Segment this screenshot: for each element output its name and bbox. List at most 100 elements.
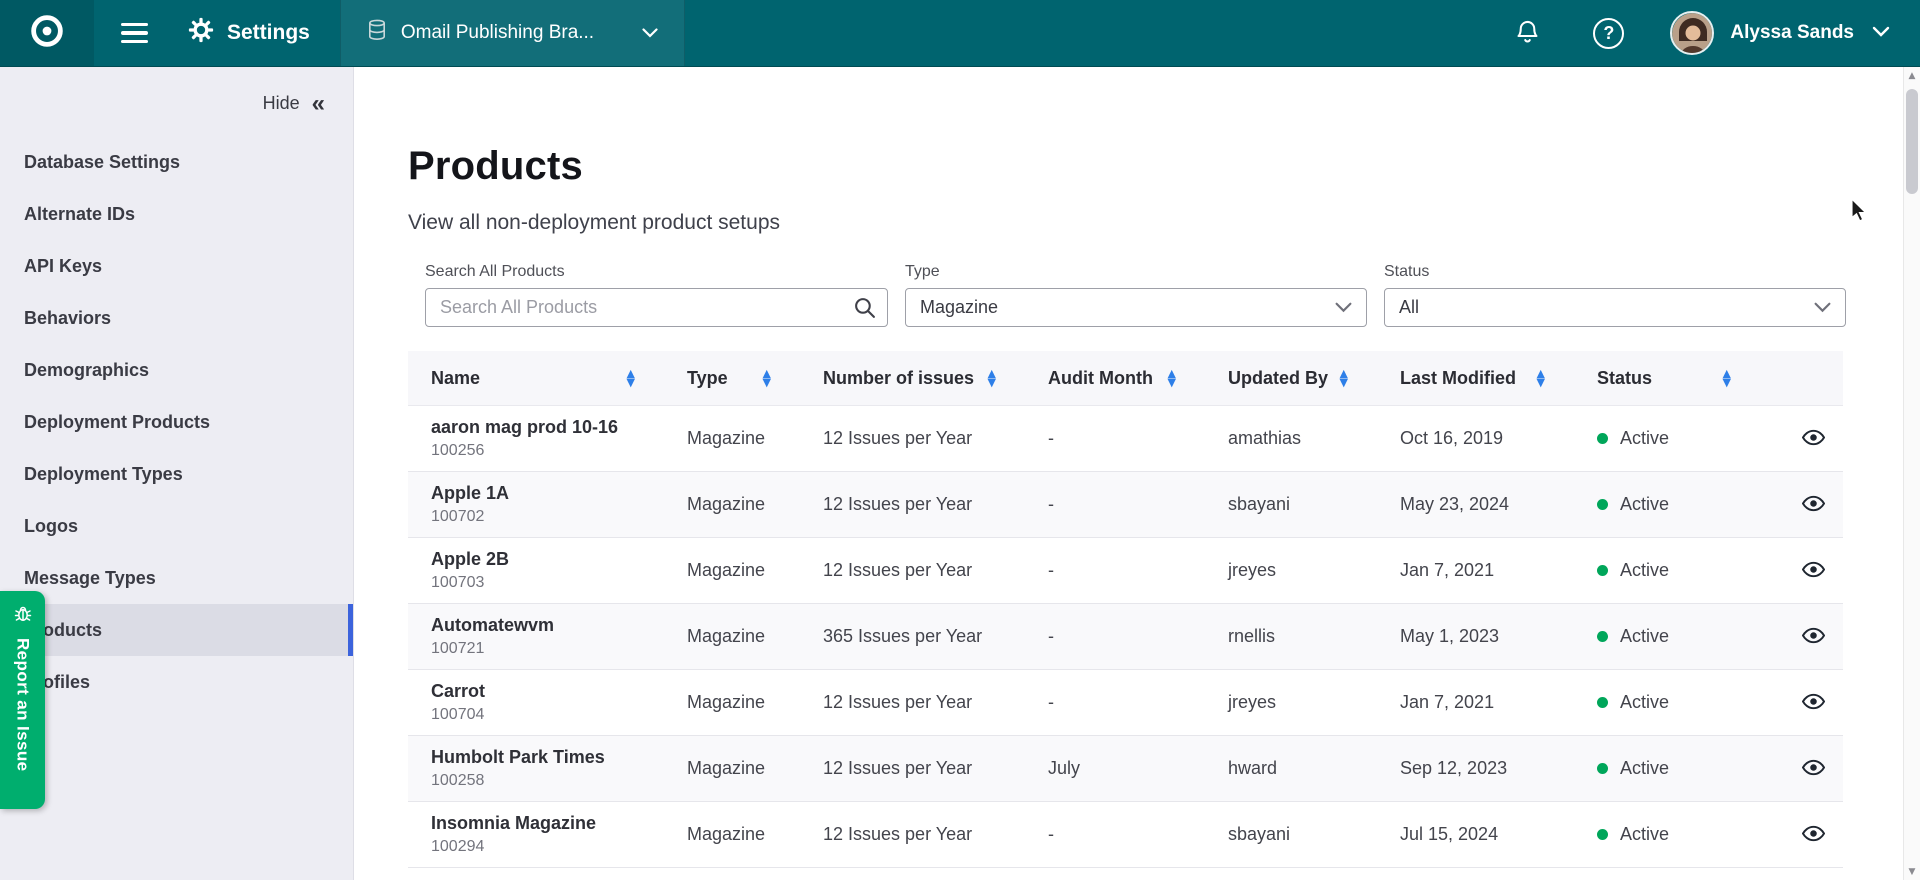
view-product-button[interactable] [1802,825,1825,845]
database-selector[interactable]: Omail Publishing Bra... [340,0,685,66]
user-menu-chevron-icon[interactable] [1872,24,1890,42]
cell-type: Magazine [687,758,823,779]
sidebar-item[interactable]: Logos [0,500,353,552]
cell-status: Active [1597,494,1783,515]
sidebar-item[interactable]: Database Settings [0,136,353,188]
search-label: Search All Products [425,263,888,281]
product-name[interactable]: Humbolt Park Times [431,747,687,768]
product-name[interactable]: aaron mag prod 10-16 [431,417,687,438]
sidebar-item[interactable]: Demographics [0,344,353,396]
scrollbar-thumb[interactable] [1906,89,1918,194]
sort-icon[interactable]: ▲ ▼ [988,369,996,387]
help-button[interactable]: ? [1593,18,1670,49]
sidebar-item[interactable]: Profiles [0,656,353,708]
sidebar-nav: Database Settings Alternate IDs API Keys… [0,136,353,708]
status-select-value: All [1399,297,1419,318]
report-issue-label: Report an Issue [13,638,33,772]
view-product-button[interactable] [1802,759,1825,779]
sidebar-item[interactable]: Deployment Products [0,396,353,448]
cell-audit-month: - [1048,692,1228,713]
table-row[interactable]: Automatewvm 100721 Magazine 365 Issues p… [408,604,1843,670]
product-name[interactable]: Apple 1A [431,483,687,504]
cell-updated-by: sbayani [1228,494,1400,515]
column-header[interactable]: Audit Month ▲ ▼ [1048,368,1228,389]
cell-audit-month: - [1048,428,1228,449]
type-select[interactable]: Magazine [905,288,1367,327]
sort-icon[interactable]: ▲ ▼ [1537,369,1545,387]
view-product-button[interactable] [1802,627,1825,647]
column-label: Type [687,368,728,389]
filters-row: Search All Products Type Magazine Status [425,263,1903,327]
cell-updated-by: jreyes [1228,692,1400,713]
table-header: Name ▲ ▼ Type ▲ ▼ Number of issues [408,351,1843,406]
view-product-button[interactable] [1802,693,1825,713]
view-product-button[interactable] [1802,561,1825,581]
table-row[interactable]: aaron mag prod 10-16 100256 Magazine 12 … [408,406,1843,472]
sidebar-item-label: Behaviors [24,308,111,329]
app-logo[interactable] [0,0,94,66]
hide-sidebar-button[interactable]: Hide « [0,67,353,114]
report-issue-tab[interactable]: Report an Issue [0,591,45,809]
column-label: Number of issues [823,368,974,389]
cell-status: Active [1597,692,1783,713]
cell-updated-by: jreyes [1228,560,1400,581]
column-label: Name [431,368,480,389]
product-id: 100256 [431,442,687,460]
status-select[interactable]: All [1384,288,1846,327]
avatar[interactable] [1670,11,1714,55]
column-header[interactable]: Type ▲ ▼ [687,368,823,389]
omeda-logo-icon [26,10,68,57]
product-name[interactable]: Automatewvm [431,615,687,636]
cell-last-modified: May 1, 2023 [1400,626,1597,647]
sort-icon[interactable]: ▲ ▼ [1723,369,1731,387]
sort-icon[interactable]: ▲ ▼ [1168,369,1176,387]
column-header[interactable]: Updated By ▲ ▼ [1228,368,1400,389]
sidebar-item[interactable]: Behaviors [0,292,353,344]
table-row[interactable]: Apple 2B 100703 Magazine 12 Issues per Y… [408,538,1843,604]
cell-type: Magazine [687,428,823,449]
scrollbar-up-icon[interactable]: ▲ [1904,67,1920,84]
scrollbar-down-icon[interactable]: ▼ [1904,863,1920,880]
view-product-button[interactable] [1802,495,1825,515]
sidebar-item[interactable]: Products [0,604,353,656]
view-product-button[interactable] [1802,429,1825,449]
user-name[interactable]: Alyssa Sands [1730,22,1854,44]
status-label: Active [1620,560,1669,581]
column-header[interactable]: Last Modified ▲ ▼ [1400,368,1597,389]
column-header[interactable]: Name ▲ ▼ [408,368,687,389]
cell-issues: 365 Issues per Year [823,626,1048,647]
eye-icon [1802,825,1825,845]
sort-icon[interactable]: ▲ ▼ [627,369,635,387]
status-dot-icon [1597,565,1608,576]
table-row[interactable]: Humbolt Park Times 100258 Magazine 12 Is… [408,736,1843,802]
table-row[interactable]: Insomnia Magazine 100294 Magazine 12 Iss… [408,802,1843,868]
sort-icon[interactable]: ▲ ▼ [1340,369,1348,387]
column-header[interactable]: Status ▲ ▼ [1597,368,1783,389]
bell-icon [1514,18,1541,48]
notifications-button[interactable] [1514,18,1541,48]
search-icon[interactable] [853,296,876,324]
search-input[interactable] [425,288,888,327]
sidebar-item[interactable]: Alternate IDs [0,188,353,240]
settings-nav[interactable]: Settings [182,0,316,66]
cell-actions [1783,693,1843,713]
sidebar-item-label: Database Settings [24,152,180,173]
product-name[interactable]: Apple 2B [431,549,687,570]
sidebar-item[interactable]: Deployment Types [0,448,353,500]
vertical-scrollbar[interactable]: ▲ ▼ [1903,67,1920,880]
cell-type: Magazine [687,692,823,713]
type-select-value: Magazine [920,297,998,318]
sidebar-item[interactable]: Message Types [0,552,353,604]
sidebar-item-label: API Keys [24,256,102,277]
sort-icon[interactable]: ▲ ▼ [763,369,771,387]
chevron-down-icon [1335,297,1352,318]
sidebar-item[interactable]: API Keys [0,240,353,292]
status-label: Active [1620,626,1669,647]
menu-icon[interactable] [112,11,156,55]
table-row[interactable]: Apple 1A 100702 Magazine 12 Issues per Y… [408,472,1843,538]
sidebar-item-label: Alternate IDs [24,204,135,225]
product-name[interactable]: Carrot [431,681,687,702]
product-name[interactable]: Insomnia Magazine [431,813,687,834]
table-row[interactable]: Carrot 100704 Magazine 12 Issues per Yea… [408,670,1843,736]
column-header[interactable]: Number of issues ▲ ▼ [823,368,1048,389]
